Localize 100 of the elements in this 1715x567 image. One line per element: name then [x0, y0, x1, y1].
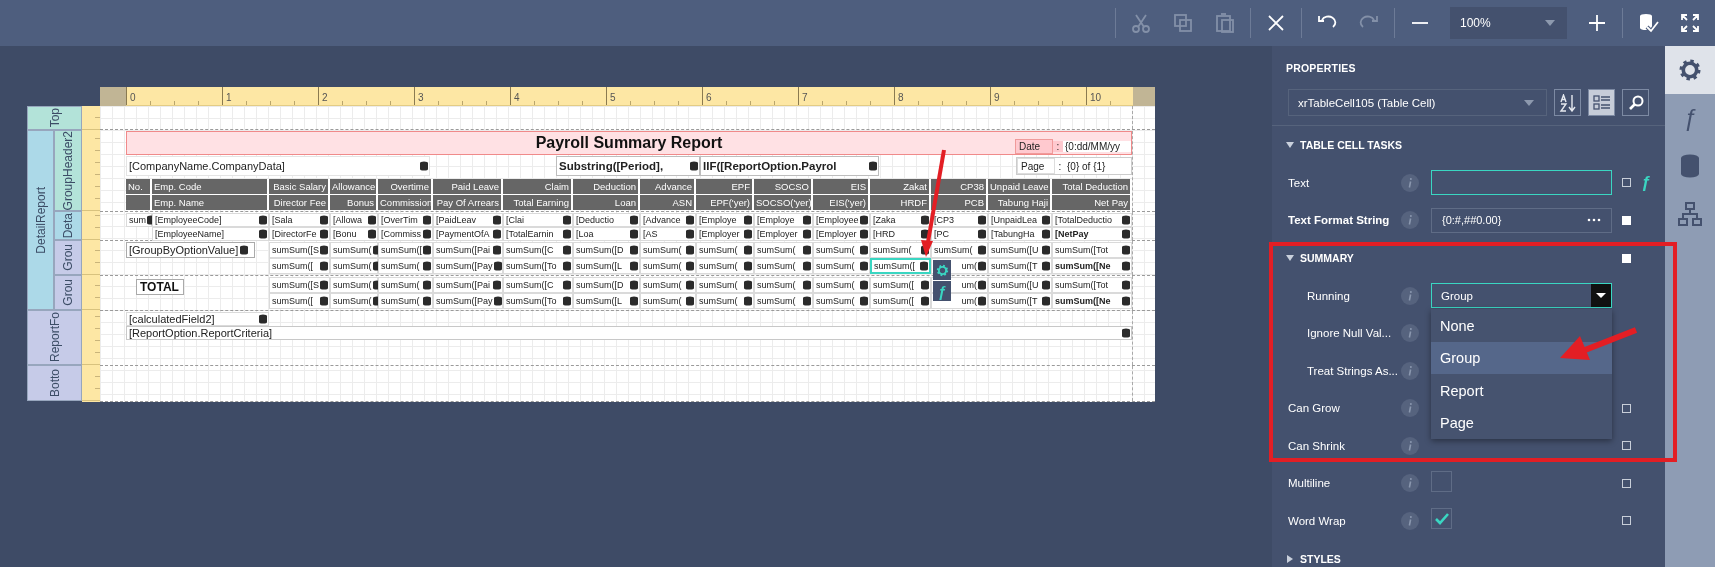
info-icon[interactable]	[1401, 474, 1419, 493]
table-cell[interactable]: sumSum([L	[573, 293, 640, 309]
table-cell[interactable]: sumSum([Pai	[433, 242, 503, 258]
table-cell[interactable]: sumSum([To	[503, 293, 573, 309]
band-label[interactable]: Botto	[27, 365, 82, 401]
table-cell[interactable]: sumSum([T	[988, 293, 1052, 309]
table-cell[interactable]: sumSum([C	[503, 277, 573, 293]
table-cell[interactable]: sumSum(	[931, 242, 988, 258]
column-header: Loan	[573, 195, 640, 210]
band-label[interactable]: GroupHeader2	[54, 130, 82, 211]
select-field[interactable]: Group	[1431, 283, 1612, 309]
table-cell[interactable]: sumSum(	[696, 258, 754, 274]
ellipsis-icon[interactable]	[1587, 218, 1601, 223]
band-label[interactable]: Grou	[54, 240, 82, 275]
band-label[interactable]: ReportFo	[27, 310, 82, 365]
cell-text: sumSum([Tot	[1055, 280, 1108, 290]
table-cell[interactable]: sumSum([	[269, 293, 330, 309]
table-cell[interactable]: sumSum(	[754, 293, 813, 309]
smart-tag-button[interactable]	[933, 260, 951, 280]
table-cell[interactable]: sumSum(	[640, 258, 696, 274]
dropdown-option[interactable]: Page	[1431, 406, 1612, 440]
table-cell[interactable]: sumSum(	[870, 242, 931, 258]
table-cell[interactable]: sumSum([Ne	[1052, 258, 1132, 274]
table-cell[interactable]: sumSum([Pay	[433, 258, 503, 274]
table-cell[interactable]: sumSum(	[696, 277, 754, 293]
band-label[interactable]: Grou	[54, 275, 82, 310]
table-cell[interactable]: sumSum([S	[269, 242, 330, 258]
table-cell[interactable]: sumSum([	[870, 258, 931, 274]
section-header[interactable]: STYLES	[1286, 552, 1622, 565]
zoom-dropdown[interactable]: 100%	[1450, 7, 1567, 39]
info-icon[interactable]	[1401, 324, 1419, 343]
table-cell[interactable]: sumSum(	[696, 242, 754, 258]
band-label[interactable]: DetailReport	[27, 130, 54, 310]
table-cell[interactable]: sumSum(	[378, 293, 433, 309]
table-cell[interactable]: sumSum(	[330, 242, 378, 258]
table-cell[interactable]: sumSum(	[640, 277, 696, 293]
band-label[interactable]: Top	[27, 106, 82, 130]
info-icon[interactable]	[1401, 511, 1419, 530]
table-cell[interactable]: sumSum([	[378, 242, 433, 258]
info-icon[interactable]	[1401, 211, 1419, 230]
table-cell[interactable]: sumSum(	[330, 293, 378, 309]
table-cell[interactable]: sumSum([T	[988, 258, 1052, 274]
categories-button[interactable]	[1588, 89, 1615, 116]
field-label: Date	[1015, 139, 1053, 154]
table-cell[interactable]: sumSum([S	[269, 277, 330, 293]
table-cell[interactable]: sumSum([Pay	[433, 293, 503, 309]
table-cell[interactable]: sumSum([C	[503, 242, 573, 258]
info-icon[interactable]	[1401, 399, 1419, 418]
checkbox[interactable]	[1431, 470, 1452, 492]
table-cell[interactable]: sumSum(	[813, 293, 870, 309]
ruler-number: 3	[418, 91, 424, 103]
band-label[interactable]: Deta	[54, 211, 82, 240]
info-icon[interactable]	[1401, 286, 1419, 305]
table-cell[interactable]: sumSum(	[378, 277, 433, 293]
table-cell[interactable]: sumSum([D	[573, 277, 640, 293]
table-cell[interactable]: sumSum([D	[573, 242, 640, 258]
section-header[interactable]: TABLE CELL TASKS	[1286, 139, 1622, 151]
cell-text: sumSum([L	[576, 261, 622, 271]
info-icon[interactable]	[1401, 173, 1419, 192]
table-cell[interactable]: sumSum([Tot	[1052, 242, 1132, 258]
table-cell[interactable]: sumSum(	[754, 277, 813, 293]
table-cell[interactable]: sumSum([L	[573, 258, 640, 274]
dropdown-option[interactable]: Group	[1431, 341, 1612, 375]
table-cell[interactable]: sumSum([U	[988, 242, 1052, 258]
table-cell[interactable]: sumSum(	[696, 293, 754, 309]
dropdown-option[interactable]: Report	[1431, 374, 1612, 407]
expression-button[interactable]: ƒ	[1641, 172, 1651, 193]
sort-button[interactable]	[1554, 89, 1581, 116]
info-icon[interactable]	[1401, 361, 1419, 380]
check-icon	[1433, 511, 1450, 526]
info-icon[interactable]	[1401, 436, 1419, 455]
table-cell[interactable]: sumSum([	[870, 277, 931, 293]
table-cell[interactable]: sumSum(	[813, 258, 870, 274]
table-cell[interactable]: sumSum([Ne	[1052, 293, 1132, 309]
table-cell[interactable]: sumSum(	[378, 258, 433, 274]
component-selector[interactable]: xrTableCell105 (Table Cell)	[1288, 89, 1547, 116]
table-cell[interactable]: sumSum(	[330, 258, 378, 274]
table-cell[interactable]: sumSum([Tot	[1052, 277, 1132, 293]
search-button[interactable]	[1622, 89, 1649, 116]
checkbox[interactable]	[1431, 508, 1452, 530]
table-cell[interactable]: sumSum(	[754, 258, 813, 274]
section-header[interactable]: SUMMARY	[1286, 252, 1622, 264]
table-cell[interactable]: sumSum(	[813, 242, 870, 258]
table-cell[interactable]: sumSum([U	[988, 277, 1052, 293]
caret-icon[interactable]	[1591, 284, 1611, 308]
table-cell[interactable]: sumSum([	[269, 258, 330, 274]
dropdown-option[interactable]: None	[1431, 309, 1612, 342]
table-cell[interactable]: sumSum([	[870, 293, 931, 309]
properties-tab[interactable]	[1665, 46, 1715, 94]
table-cell[interactable]: sumSum(	[330, 277, 378, 293]
text-field[interactable]	[1431, 170, 1612, 196]
table-cell[interactable]: sumSum(	[813, 277, 870, 293]
table-cell[interactable]: sumSum([To	[503, 258, 573, 274]
table-cell[interactable]: sumSum([Pai	[433, 277, 503, 293]
table-cell[interactable]: sumSum(	[754, 242, 813, 258]
table-cell[interactable]: sumSum(	[640, 293, 696, 309]
expression-button[interactable]: ƒ	[933, 281, 951, 301]
text-field[interactable]: {0:#,##0.00}	[1431, 207, 1612, 233]
table-cell[interactable]: sumSum(	[640, 242, 696, 258]
ruler-number: 5	[610, 91, 616, 103]
